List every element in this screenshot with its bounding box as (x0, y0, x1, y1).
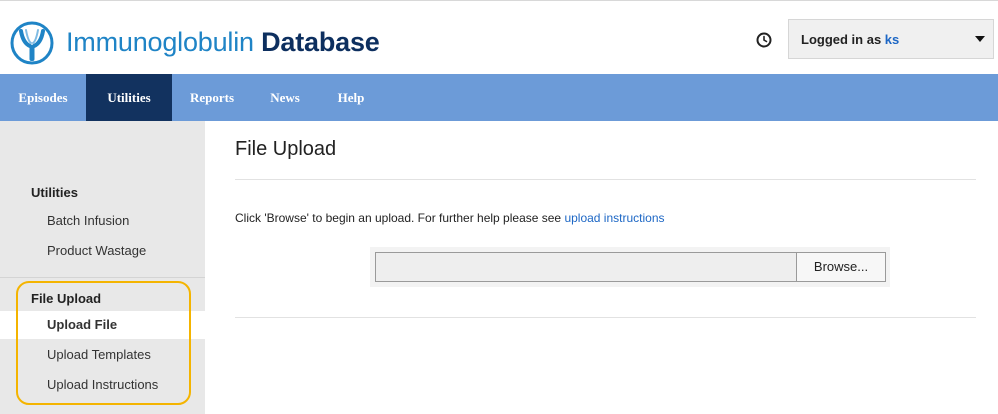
upload-instructions-text: Click 'Browse' to begin an upload. For f… (235, 211, 665, 225)
file-path-field[interactable] (375, 252, 797, 282)
sidebar-divider (0, 277, 205, 278)
sidebar-item-upload-templates[interactable]: Upload Templates (0, 341, 205, 369)
browse-button[interactable]: Browse... (796, 252, 886, 282)
main-nav: Episodes Utilities Reports News Help (0, 74, 998, 121)
app-header: Immunoglobulin Database Logged in as ks (0, 0, 998, 74)
username: ks (884, 32, 900, 47)
nav-tab-help[interactable]: Help (326, 74, 376, 121)
file-upload-control: Browse... (370, 247, 890, 287)
clock-icon[interactable] (756, 32, 772, 48)
sidebar-item-product-wastage[interactable]: Product Wastage (0, 237, 205, 265)
sidebar-item-upload-file[interactable]: Upload File (0, 311, 205, 339)
sidebar: Utilities Batch Infusion Product Wastage… (0, 121, 205, 414)
nav-tab-reports[interactable]: Reports (176, 74, 248, 121)
sidebar-item-upload-instructions[interactable]: Upload Instructions (0, 371, 205, 399)
sidebar-item-batch-infusion[interactable]: Batch Infusion (0, 207, 205, 235)
app-title: Immunoglobulin Database (66, 27, 380, 57)
sidebar-heading-file-upload: File Upload (31, 291, 102, 306)
page-title: File Upload (235, 138, 337, 160)
chevron-down-icon (975, 36, 985, 42)
upload-instructions-link[interactable]: upload instructions (564, 211, 664, 225)
logged-in-label: Logged in as ks (801, 32, 900, 47)
nav-tab-news[interactable]: News (260, 74, 310, 121)
nav-tab-episodes[interactable]: Episodes (0, 74, 86, 121)
antibody-logo-icon (10, 21, 54, 65)
sidebar-heading-utilities: Utilities (31, 185, 78, 200)
content-divider (235, 317, 976, 318)
title-divider (235, 179, 976, 180)
user-menu-dropdown[interactable]: Logged in as ks (788, 19, 994, 59)
nav-tab-utilities[interactable]: Utilities (86, 74, 172, 121)
